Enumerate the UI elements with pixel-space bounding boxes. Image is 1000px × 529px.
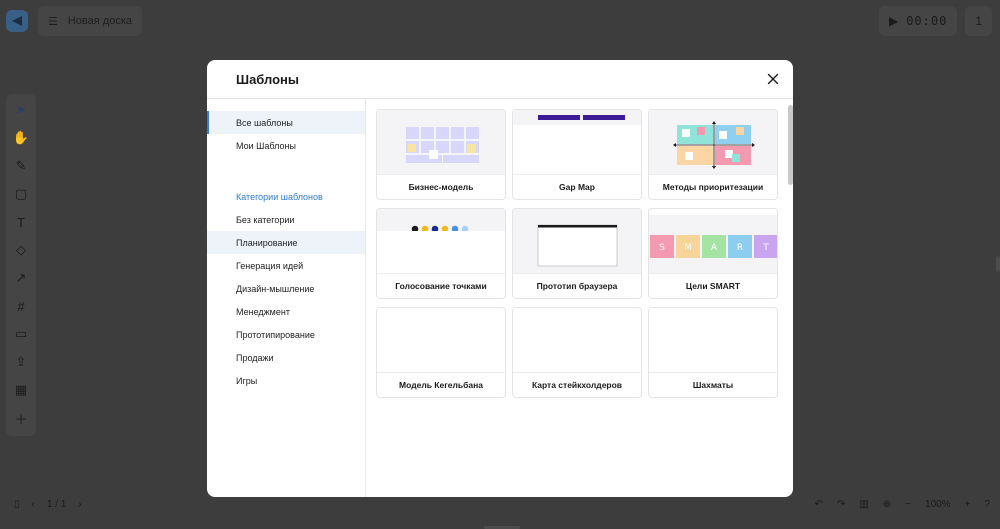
top-left-toolbar: ☰ Новая доска <box>6 6 142 36</box>
templates-sidebar: Все шаблоны Мои Шаблоны Категории шаблон… <box>207 99 366 497</box>
undo-icon[interactable]: ↶ <box>815 499 823 510</box>
smart-letter: R <box>737 243 743 253</box>
categories-heading: Категории шаблонов <box>236 191 323 202</box>
redo-icon[interactable]: ↷ <box>837 499 845 510</box>
hand-icon[interactable]: ✋ <box>11 128 31 148</box>
sidebar-item-management[interactable]: Менеджмент <box>207 300 365 323</box>
zoom-in-icon[interactable]: + <box>965 499 971 510</box>
prev-page-icon[interactable]: ‹ <box>32 499 35 510</box>
text-icon[interactable]: T <box>11 212 31 232</box>
templates-icon[interactable]: ▦ <box>11 380 31 400</box>
stakeholder-map-thumbnail <box>513 308 641 372</box>
sidebar-item-sales[interactable]: Продажи <box>207 346 365 369</box>
template-label: Бизнес-модель <box>377 174 505 199</box>
template-card-gap-map[interactable]: Gap Map <box>512 109 642 200</box>
modal-title: Шаблоны <box>236 71 299 87</box>
sidebar-item-games[interactable]: Игры <box>207 369 365 392</box>
zoom-level: 100% <box>925 498 951 510</box>
presentation-icon[interactable]: ▶ <box>889 14 898 28</box>
pencil-icon[interactable]: ✎ <box>11 156 31 176</box>
templates-modal: Шаблоны Все шаблоны Мои Шаблоны Категори… <box>207 60 793 497</box>
sticky-note-icon[interactable]: ▢ <box>11 184 31 204</box>
zoom-out-icon[interactable]: − <box>905 499 911 510</box>
arrow-icon[interactable]: ↗ <box>11 268 31 288</box>
content-scrollbar[interactable] <box>788 105 793 185</box>
app-logo[interactable] <box>6 10 28 32</box>
modal-header: Шаблоны <box>207 60 793 99</box>
page-indicator: 1 / 1 <box>46 498 67 510</box>
board-title-pill[interactable]: ☰ Новая доска <box>38 6 142 36</box>
close-icon[interactable] <box>767 73 779 85</box>
template-label: Цели SMART <box>649 273 777 298</box>
smart-letter: S <box>659 243 665 253</box>
help-icon[interactable]: ? <box>984 499 990 510</box>
gap-map-thumbnail <box>513 110 641 174</box>
upload-icon[interactable]: ⇪ <box>11 352 31 372</box>
board-title: Новая доска <box>67 15 132 27</box>
right-panel-handle[interactable] <box>996 256 1000 272</box>
left-toolbar: ➤ ✋ ✎ ▢ T ◇ ↗ # ▭ ⇪ ▦ ＋ <box>6 94 36 436</box>
next-page-icon[interactable]: › <box>78 499 81 510</box>
plus-icon[interactable]: ＋ <box>11 408 31 428</box>
frame-icon[interactable]: # <box>11 296 31 316</box>
bottom-left-toolbar: ▯ ‹ 1 / 1 › <box>6 489 90 519</box>
smart-letter: M <box>684 243 692 253</box>
template-card-bowling-model[interactable]: Модель Кегельбана <box>376 307 506 398</box>
sidebar-item-planning[interactable]: Планирование <box>207 231 365 254</box>
list-icon: ☰ <box>48 15 58 28</box>
template-card-browser-prototype[interactable]: Прототип браузера <box>512 208 642 299</box>
sidebar-item-design-thinking[interactable]: Дизайн-мышление <box>207 277 365 300</box>
chess-thumbnail <box>649 308 777 372</box>
template-card-business-model[interactable]: Бизнес-модель <box>376 109 506 200</box>
sidebar-item-my-templates[interactable]: Мои Шаблоны <box>207 134 365 157</box>
crosshair-icon[interactable]: ⊕ <box>883 499 891 510</box>
timer-display: 00:00 <box>906 14 948 28</box>
close-button[interactable] <box>765 71 781 87</box>
smart-letter: A <box>711 243 718 253</box>
template-label: Прототип браузера <box>513 273 641 298</box>
template-card-smart-goals[interactable]: S M A R T Цели SMART <box>648 208 778 299</box>
sidebar-item-all-templates[interactable]: Все шаблоны <box>207 111 365 134</box>
business-model-thumbnail <box>377 110 505 174</box>
bowling-model-thumbnail <box>377 308 505 372</box>
comment-icon[interactable]: ▭ <box>11 324 31 344</box>
templates-grid: Бизнес-модель Gap Map Методы приоритезац… <box>376 109 793 398</box>
participants-count: 1 <box>975 14 982 28</box>
top-right-toolbar: ▶ 00:00 1 <box>878 6 992 36</box>
prioritization-thumbnail <box>649 110 777 174</box>
smart-goals-thumbnail: S M A R T <box>649 209 777 273</box>
shapes-icon[interactable]: ◇ <box>11 240 31 260</box>
sidebar-toggle-icon[interactable]: ▯ <box>14 499 20 510</box>
template-card-chess[interactable]: Шахматы <box>648 307 778 398</box>
select-cursor-icon[interactable]: ➤ <box>11 100 31 120</box>
template-card-stakeholder-map[interactable]: Карта стейкхолдеров <box>512 307 642 398</box>
template-label: Модель Кегельбана <box>377 372 505 397</box>
template-card-prioritization[interactable]: Методы приоритезации <box>648 109 778 200</box>
participants-pill[interactable]: 1 <box>965 6 992 36</box>
template-label: Голосование точками <box>377 273 505 298</box>
template-card-dot-voting[interactable]: Голосование точками <box>376 208 506 299</box>
template-label: Gap Map <box>513 174 641 199</box>
map-icon[interactable]: ▥ <box>859 499 868 510</box>
browser-prototype-thumbnail <box>513 209 641 273</box>
template-label: Карта стейкхолдеров <box>513 372 641 397</box>
dot-voting-thumbnail <box>377 209 505 273</box>
template-label: Шахматы <box>649 372 777 397</box>
sidebar-item-idea-generation[interactable]: Генерация идей <box>207 254 365 277</box>
template-label: Методы приоритезации <box>649 174 777 199</box>
bottom-right-toolbar: ↶ ↷ ▥ ⊕ − 100% + ? <box>815 489 990 519</box>
timer-pill[interactable]: ▶ 00:00 <box>878 6 958 36</box>
sidebar-item-prototyping[interactable]: Прототипирование <box>207 323 365 346</box>
sidebar-item-no-category[interactable]: Без категории <box>207 208 365 231</box>
smart-letter: T <box>762 243 769 253</box>
templates-content: Бизнес-модель Gap Map Методы приоритезац… <box>366 99 793 497</box>
